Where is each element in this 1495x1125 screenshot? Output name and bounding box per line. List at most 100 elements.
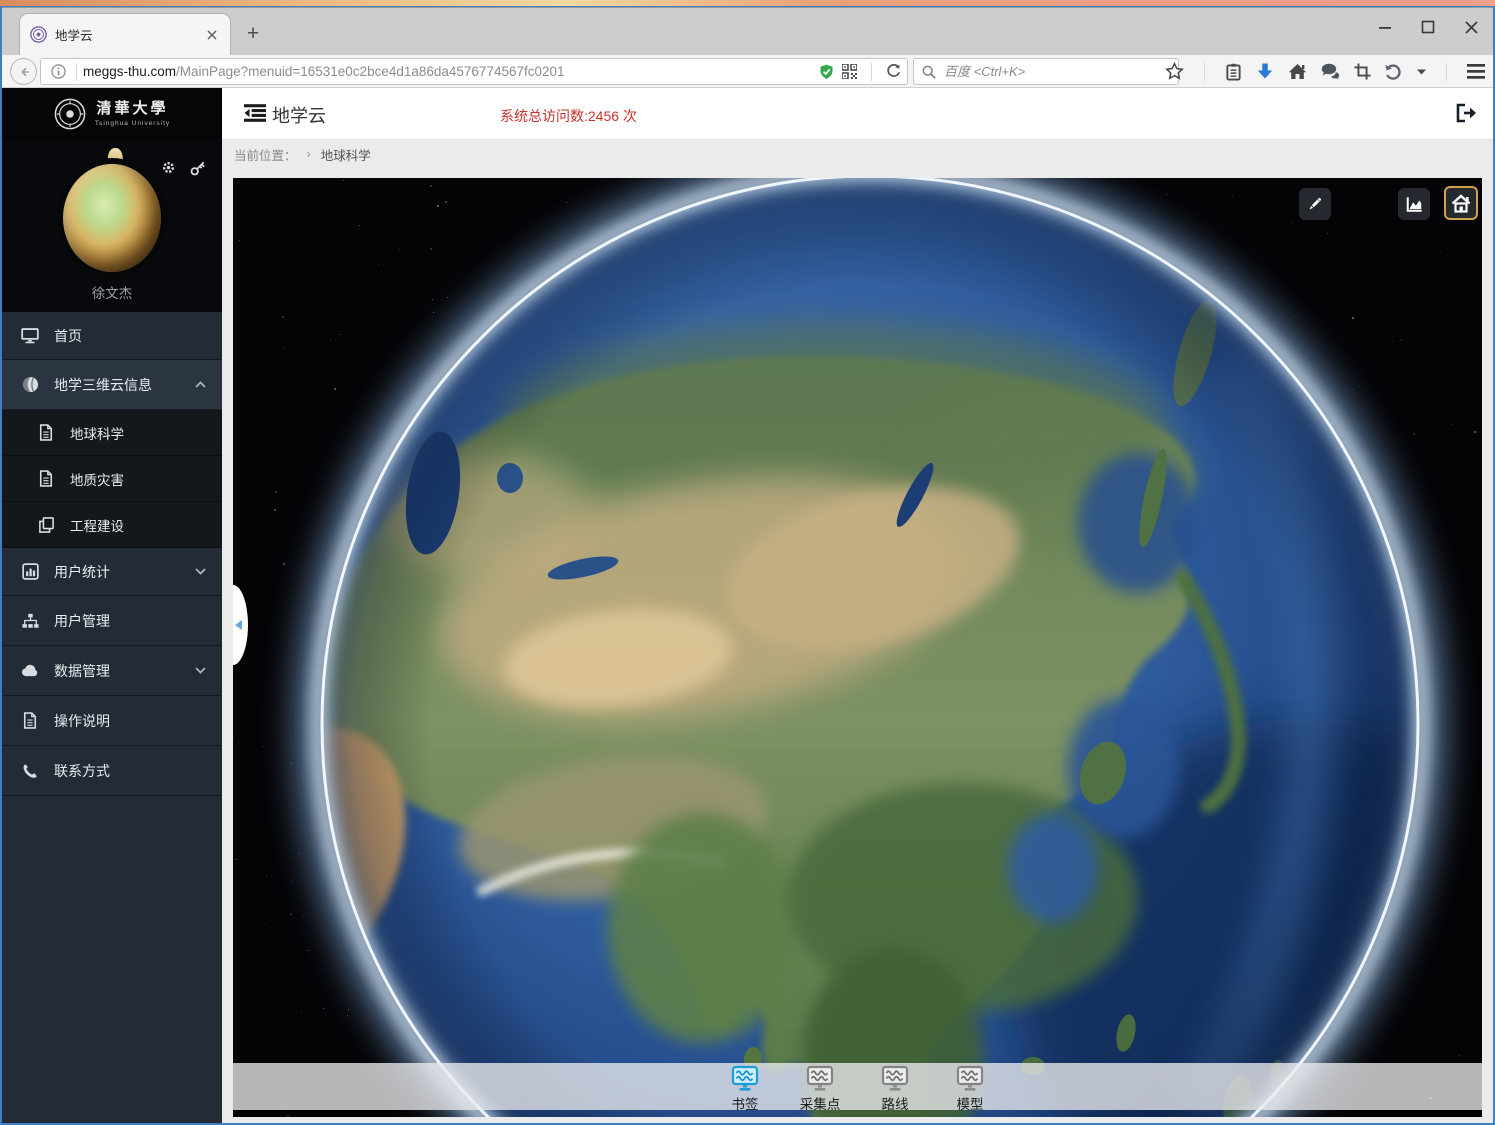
- logo-text-en: Tsinghua University: [95, 120, 170, 127]
- breadcrumb: 当前位置： › 地球科学: [222, 140, 1493, 168]
- refresh-icon[interactable]: [886, 64, 901, 79]
- monitor-wave-icon: [955, 1065, 985, 1092]
- logout-icon[interactable]: [1455, 103, 1477, 123]
- draw-pencil-button[interactable]: [1299, 188, 1331, 220]
- earth-globe[interactable]: [233, 178, 1482, 1117]
- doc-icon: [20, 712, 40, 729]
- logo-text-cn: 清華大學: [96, 101, 168, 118]
- divider: [871, 63, 872, 81]
- tab-title: 地学云: [55, 25, 204, 44]
- sidebar-item-label: 联系方式: [54, 761, 110, 781]
- sidebar-item-label: 用户管理: [54, 611, 110, 631]
- tool-collection-points[interactable]: 采集点: [785, 1065, 855, 1113]
- qr-code-icon[interactable]: [842, 64, 857, 79]
- desktop-icon: [20, 328, 40, 344]
- search-icon: [922, 65, 936, 79]
- close-button[interactable]: [1463, 19, 1479, 35]
- sidebar-item-geo-hazard[interactable]: 地质灾害: [2, 456, 222, 502]
- app-window: 清華大學 Tsinghua University 徐文杰: [2, 88, 1493, 1123]
- chevron-down-icon: [195, 667, 206, 674]
- breadcrumb-separator: ›: [307, 147, 311, 161]
- settings-gear-icon[interactable]: [161, 160, 176, 176]
- undo-icon[interactable]: [1385, 64, 1403, 80]
- breadcrumb-current[interactable]: 地球科学: [321, 145, 371, 164]
- sidebar-item-home[interactable]: 首页: [2, 312, 222, 360]
- tool-bookmarks[interactable]: 书签: [710, 1065, 780, 1113]
- browser-tab[interactable]: 地学云: [20, 14, 230, 55]
- crop-screenshot-icon[interactable]: [1354, 63, 1371, 80]
- dropdown-caret-icon[interactable]: [1417, 69, 1426, 75]
- tab-close-icon[interactable]: [204, 27, 220, 43]
- sidebar-item-label: 地学三维云信息: [54, 375, 152, 395]
- sidebar-item-user-stats[interactable]: 用户统计: [2, 548, 222, 596]
- sidebar-item-instructions[interactable]: 操作说明: [2, 696, 222, 746]
- sidebar-item-label: 数据管理: [54, 661, 110, 681]
- menu-icon[interactable]: [1467, 64, 1485, 79]
- breadcrumb-label: 当前位置：: [234, 145, 297, 164]
- sidebar-item-user-management[interactable]: 用户管理: [2, 596, 222, 646]
- home-view-button[interactable]: [1444, 186, 1478, 220]
- back-button[interactable]: [10, 58, 37, 85]
- content: 地学云 系统总访问数:2456 次 当前位置： › 地球科学: [222, 88, 1493, 1123]
- site-info-icon[interactable]: [51, 64, 66, 79]
- sidebar-item-earth-science[interactable]: 地球科学: [2, 410, 222, 456]
- maximize-button[interactable]: [1420, 19, 1436, 35]
- tsinghua-emblem-icon: [54, 98, 86, 130]
- chevron-down-icon: [195, 568, 206, 575]
- page-header: 地学云 系统总访问数:2456 次: [222, 88, 1493, 140]
- chat-bubbles-icon[interactable]: [1321, 63, 1340, 80]
- minimize-button[interactable]: [1377, 19, 1393, 35]
- file-icon: [36, 470, 56, 487]
- divider: [76, 63, 77, 81]
- download-icon[interactable]: [1256, 63, 1274, 80]
- user-name: 徐文杰: [2, 282, 222, 302]
- divider: [1446, 63, 1447, 81]
- sidebar-item-contact[interactable]: 联系方式: [2, 746, 222, 796]
- shield-icon[interactable]: [819, 64, 834, 80]
- globe-viewport[interactable]: 书签 采集点 路线: [233, 178, 1482, 1117]
- page-title: 地学云: [272, 102, 326, 128]
- terrain-chart-button[interactable]: [1398, 188, 1430, 220]
- user-panel: 徐文杰: [2, 140, 222, 312]
- url-bar[interactable]: meggs-thu.com/MainPage?menuid=16531e0c2b…: [40, 58, 908, 85]
- sidebar-item-data-management[interactable]: 数据管理: [2, 646, 222, 696]
- search-bar[interactable]: [913, 58, 1179, 85]
- sidebar-item-geo3d-cloud[interactable]: 地学三维云信息: [2, 360, 222, 410]
- sidebar-item-label: 地质灾害: [70, 469, 124, 489]
- visit-stats: 系统总访问数:2456 次: [500, 106, 637, 126]
- url-domain: meggs-thu.com: [83, 64, 176, 79]
- chevron-left-icon: [235, 620, 242, 630]
- sidebar-item-label: 工程建设: [70, 515, 124, 535]
- phone-icon: [20, 763, 40, 779]
- key-icon[interactable]: [190, 160, 206, 176]
- new-tab-button[interactable]: +: [240, 20, 266, 48]
- bookmark-star-icon[interactable]: [1165, 62, 1184, 81]
- bookmarks-list-icon[interactable]: [1225, 63, 1242, 81]
- tool-label: 路线: [882, 1093, 909, 1113]
- browser-toolbar: meggs-thu.com/MainPage?menuid=16531e0c2b…: [2, 55, 1493, 88]
- globe-bottom-toolbar: 书签 采集点 路线: [233, 1063, 1482, 1110]
- sidebar-item-label: 用户统计: [54, 562, 110, 582]
- monitor-wave-icon: [880, 1065, 910, 1092]
- avatar[interactable]: [63, 164, 161, 272]
- sidebar-item-label: 操作说明: [54, 711, 110, 731]
- sidebar-item-engineering[interactable]: 工程建设: [2, 502, 222, 548]
- tsinghua-favicon: [30, 26, 47, 43]
- sidebar-toggle-icon[interactable]: [244, 104, 266, 122]
- tool-models[interactable]: 模型: [935, 1065, 1005, 1113]
- bar-chart-icon: [20, 563, 40, 580]
- window-controls: [1373, 10, 1483, 44]
- desktop-edge: [0, 0, 1495, 7]
- tool-label: 采集点: [800, 1093, 841, 1113]
- tool-routes[interactable]: 路线: [860, 1065, 930, 1113]
- tool-label: 模型: [957, 1093, 984, 1113]
- file-icon: [36, 424, 56, 441]
- window-border: [0, 7, 2, 1125]
- sidebar-menu: 首页 地学三维云信息 地球科学 地质: [2, 312, 222, 1123]
- copy-icon: [36, 517, 56, 533]
- search-input[interactable]: [942, 63, 1170, 80]
- sidebar-item-label: 首页: [54, 326, 82, 346]
- tool-label: 书签: [732, 1093, 759, 1113]
- home-icon[interactable]: [1288, 63, 1307, 80]
- url-text[interactable]: meggs-thu.com/MainPage?menuid=16531e0c2b…: [83, 64, 819, 79]
